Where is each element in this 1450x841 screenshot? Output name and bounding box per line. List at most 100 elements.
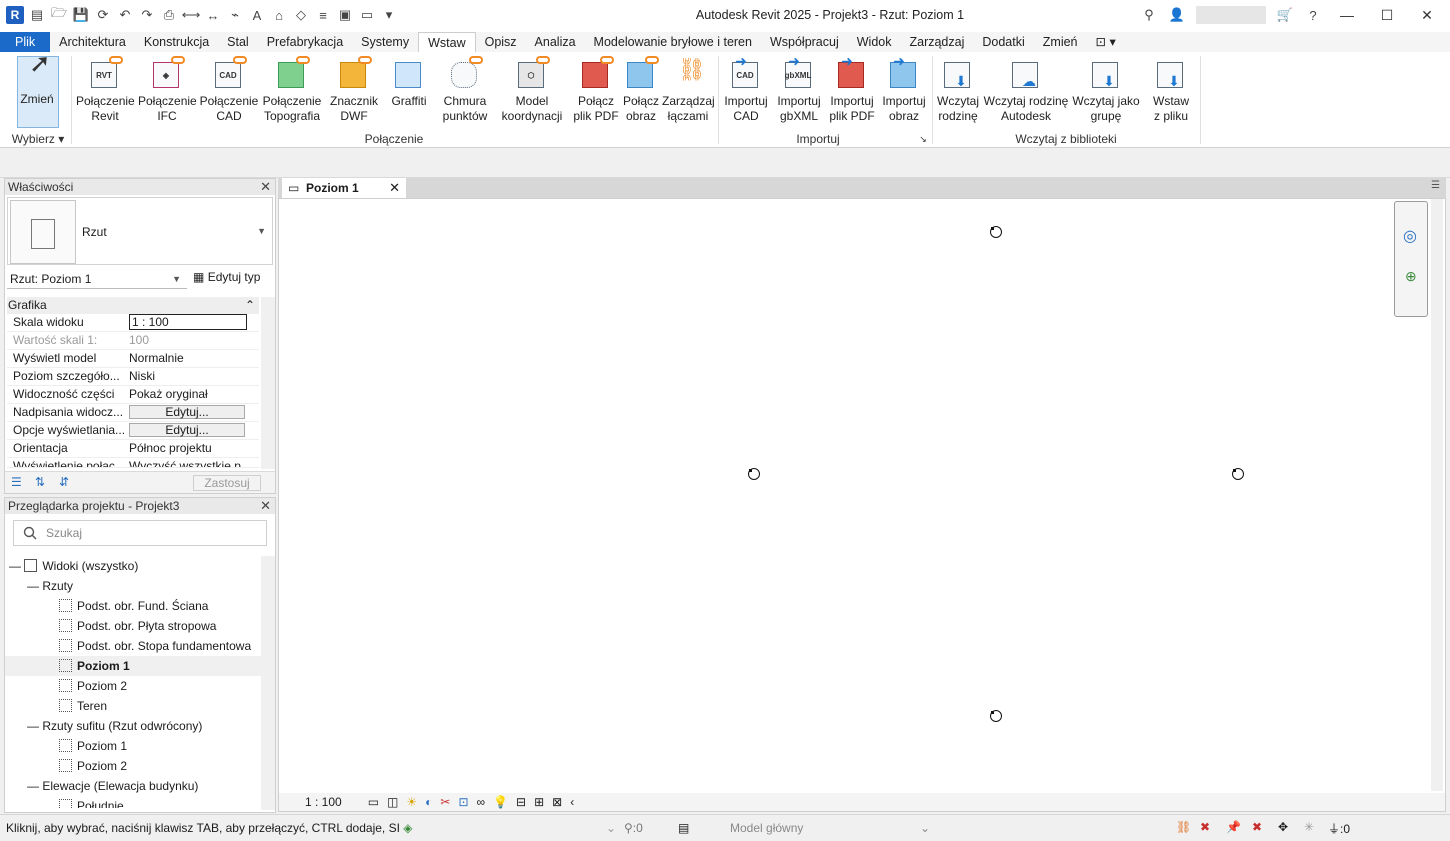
sun-path-icon[interactable]: ☀ [406, 795, 417, 809]
tab-steel[interactable]: Stal [218, 32, 258, 52]
tree-item-view[interactable]: Podst. obr. Płyta stropowa [5, 616, 261, 636]
active-model-select[interactable]: Model główny ⌄ [704, 819, 934, 837]
load-autodesk-family-button[interactable]: ☁ Wczytaj rodzinę Autodesk [982, 58, 1070, 124]
reveal-hidden-icon[interactable]: 💡 [493, 795, 508, 809]
import-pdf-button[interactable]: ➜ Importuj plik PDF [826, 54, 878, 124]
prop-value[interactable]: Niski [127, 368, 259, 385]
tree-node-views[interactable]: — Widoki (wszystko) [5, 556, 261, 576]
tab-modify[interactable]: Zmień [1034, 32, 1087, 52]
select-dropdown[interactable]: Wybierz ▾ [10, 132, 66, 146]
load-as-group-button[interactable]: ⬇ Wczytaj jako grupę [1071, 58, 1141, 124]
point-cloud-button[interactable]: Chmura punktów [438, 56, 492, 124]
edit-type-button[interactable]: ▦ Edytuj typ [193, 270, 260, 284]
tree-node-ceiling-plans[interactable]: — Rzuty sufitu (Rzut odwrócony) [5, 716, 261, 736]
insert-from-file-button[interactable]: ⬇ Wstaw z pliku [1146, 58, 1196, 124]
load-family-button[interactable]: ⬇ Wczytaj rodzinę [935, 58, 981, 124]
apply-button[interactable]: Zastosuj [193, 475, 261, 491]
close-icon[interactable]: ✕ [389, 178, 400, 198]
analytical-model-icon[interactable]: ⊞ [534, 795, 544, 809]
help-icon[interactable]: ? [1304, 6, 1322, 24]
tab-massing[interactable]: Modelowanie bryłowe i teren [585, 32, 761, 52]
tab-analyze[interactable]: Analiza [526, 32, 585, 52]
tree-item-view[interactable]: Podst. obr. Stopa fundamentowa [5, 636, 261, 656]
tree-node-elevations[interactable]: — Elewacje (Elewacja budynku) [5, 776, 261, 796]
link-topography-button[interactable]: Połączenie Topografia [261, 56, 323, 124]
detail-level-icon[interactable]: ▭ [368, 795, 379, 809]
shadows-icon[interactable]: ◐ [425, 795, 432, 809]
filter-icon[interactable]: ⏚:0 [1328, 820, 1350, 837]
close-icon[interactable]: ✕ [260, 179, 271, 195]
elevation-marker-north[interactable] [990, 226, 1002, 238]
collapse-icon[interactable]: ⌃ [245, 297, 255, 314]
chevron-down-icon[interactable]: ▼ [257, 226, 266, 236]
tree-item-view[interactable]: Poziom 1 [5, 736, 261, 756]
tree-item-view[interactable]: Poziom 2 [5, 756, 261, 776]
coordination-model-button[interactable]: ⬡ Model koordynacji [498, 56, 566, 124]
elevation-marker-east[interactable] [1232, 468, 1244, 480]
modify-button[interactable]: ➚ Zmień [17, 50, 57, 107]
view-tab[interactable]: ▭ Poziom 1 ✕ [282, 178, 406, 198]
drawing-canvas[interactable]: ◎ ⊕ 1 : 100 ▭ ◫ ☀ ◐ ✂ ⊡ ∞ 💡 ⊟ ⊞ ⊠ ‹ [278, 198, 1446, 812]
import-image-button[interactable]: ➜ Importuj obraz [878, 54, 930, 124]
select-links-icon[interactable]: ⛓ [1176, 820, 1191, 834]
ribbon-display-toggle[interactable]: ⊡ ▾ [1087, 32, 1125, 52]
manage-links-button[interactable]: ⛓ Zarządzaj łączami [662, 58, 715, 124]
tab-collaborate[interactable]: Współpracuj [761, 32, 848, 52]
tab-structure[interactable]: Konstrukcja [135, 32, 218, 52]
tab-architecture[interactable]: Architektura [50, 32, 135, 52]
drag-elements-icon[interactable]: ✥ [1278, 820, 1288, 834]
steering-wheel-icon[interactable]: ◎ [1403, 226, 1417, 246]
tree-item-view[interactable]: Podst. obr. Fund. Ściana [5, 596, 261, 616]
import-gbxml-button[interactable]: gbXML ➜ Importuj gbXML [774, 54, 824, 124]
tab-annotate[interactable]: Opisz [476, 32, 526, 52]
chevron-down-icon[interactable]: ⌄ [606, 821, 616, 835]
maximize-button[interactable]: ☐ [1372, 7, 1402, 24]
tab-manage[interactable]: Zarządzaj [900, 32, 973, 52]
link-ifc-button[interactable]: ◈ Połączenie IFC [138, 56, 197, 124]
select-by-face-icon[interactable]: ✖ [1252, 820, 1262, 834]
close-button[interactable]: ✕ [1412, 7, 1442, 24]
temporary-hide-icon[interactable]: ∞ [477, 795, 486, 809]
tab-insert[interactable]: Wstaw [418, 32, 476, 52]
properties-scrollbar[interactable] [261, 297, 275, 469]
close-icon[interactable]: ✕ [260, 498, 271, 514]
temp-view-props-icon[interactable]: ⊟ [516, 795, 526, 809]
crop-region-icon[interactable]: ⊡ [458, 795, 468, 809]
instance-selector[interactable]: Rzut: Poziom 1 ▼ [7, 269, 187, 289]
worksets-icon[interactable]: ▤ [678, 821, 689, 835]
tree-item-view[interactable]: Teren [5, 696, 261, 716]
user-icon[interactable]: 👤 [1168, 6, 1186, 24]
tab-view[interactable]: Widok [848, 32, 901, 52]
tree-node-floor-plans[interactable]: — Rzuty [5, 576, 261, 596]
vg-overrides-edit-button[interactable]: Edytuj... [129, 405, 245, 419]
prop-value[interactable]: Normalnie [127, 350, 259, 367]
tab-precast[interactable]: Prefabrykacja [258, 32, 352, 52]
link-cad-button[interactable]: CAD Połączenie CAD [199, 56, 259, 124]
sort-asc-icon[interactable]: ⇅ [35, 475, 45, 489]
link-image-button[interactable]: Połącz obraz [621, 56, 661, 124]
crop-view-icon[interactable]: ✂ [440, 795, 450, 809]
tree-item-view-active[interactable]: Poziom 1 [5, 656, 261, 676]
tab-addins[interactable]: Dodatki [973, 32, 1033, 52]
search-input[interactable]: Szukaj [13, 520, 267, 546]
link-revit-button[interactable]: RVT Połączenie Revit [76, 56, 135, 124]
group-graphics[interactable]: Grafika ⌃ [7, 297, 259, 314]
tree-item-view[interactable]: Południe [5, 796, 261, 808]
view-scale-label[interactable]: 1 : 100 [305, 795, 342, 809]
constraints-icon[interactable]: ⊠ [552, 795, 562, 809]
select-pinned-icon[interactable]: 📌 [1226, 820, 1241, 834]
sort-grouped-icon[interactable]: ☰ [11, 475, 22, 489]
elevation-marker-south[interactable] [990, 710, 1002, 722]
graffiti-button[interactable]: Graffiti [386, 58, 432, 109]
type-selector[interactable]: Rzut ▼ [7, 197, 273, 265]
dwf-markup-button[interactable]: Znacznik DWF [327, 56, 381, 124]
user-name-box[interactable] [1196, 6, 1266, 24]
display-options-edit-button[interactable]: Edytuj... [129, 423, 245, 437]
scroll-left-icon[interactable]: ‹ [570, 795, 574, 809]
prop-value[interactable]: Wyczyść wszystkie p... [127, 458, 259, 467]
tree-item-view[interactable]: Poziom 2 [5, 676, 261, 696]
background-processes-icon[interactable]: ✳ [1304, 820, 1314, 834]
canvas-vscrollbar[interactable] [1431, 199, 1443, 791]
zoom-icon[interactable]: ⊕ [1405, 268, 1417, 285]
browser-scrollbar[interactable] [261, 556, 275, 810]
